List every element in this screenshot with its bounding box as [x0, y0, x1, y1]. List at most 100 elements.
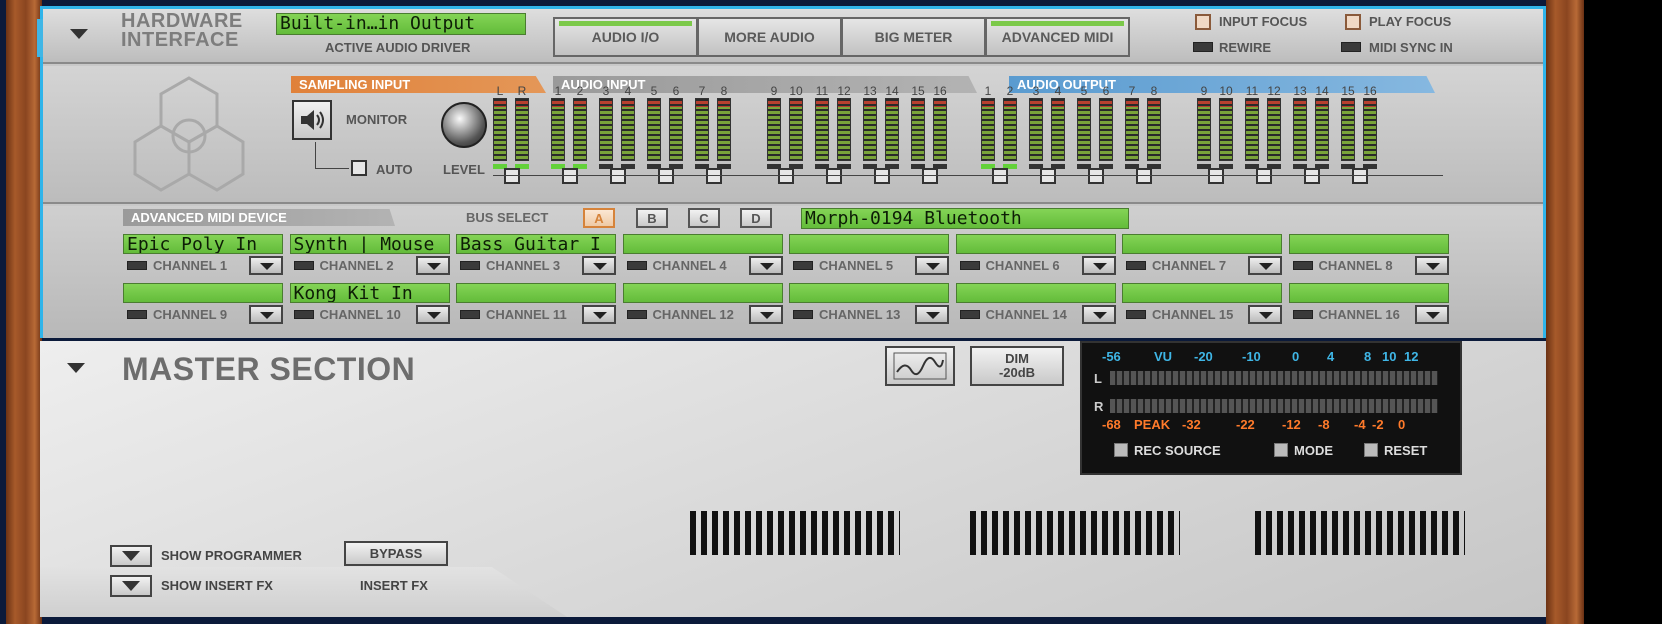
- midi-channel-dropdown-icon[interactable]: [415, 305, 450, 324]
- peak-scale-tick: -2: [1372, 417, 1384, 432]
- audio-input-pair-button[interactable]: [826, 168, 842, 184]
- show-programmer-button[interactable]: [110, 545, 152, 567]
- midi-channel-device-display[interactable]: [622, 234, 783, 254]
- midi-channel-device-display[interactable]: [955, 283, 1116, 303]
- audio-output-pair-button[interactable]: [1088, 168, 1104, 184]
- audio-output-pair-button[interactable]: [1352, 168, 1368, 184]
- rec-source-checkbox[interactable]: [1114, 443, 1128, 457]
- tab-advanced-midi[interactable]: ADVANCED MIDI: [985, 17, 1130, 57]
- midi-channel-dropdown-icon[interactable]: [1248, 256, 1282, 275]
- fold-toggle-icon[interactable]: [67, 363, 85, 373]
- midi-channel-label: CHANNEL 11: [486, 307, 567, 322]
- audio-input-pair-button[interactable]: [706, 168, 722, 184]
- monitor-connector: [315, 142, 316, 168]
- meter-peak-segment: [1030, 99, 1042, 107]
- midi-channel-device-display[interactable]: Bass Guitar I: [456, 234, 616, 254]
- midi-channel-dropdown-icon[interactable]: [415, 256, 450, 275]
- midi-channel-dropdown-icon[interactable]: [1414, 256, 1449, 275]
- peak-scale-tick: -22: [1236, 417, 1255, 432]
- audio-input-pair-button[interactable]: [658, 168, 674, 184]
- audio-output-pair-button[interactable]: [992, 168, 1008, 184]
- input-focus-checkbox[interactable]: [1195, 14, 1211, 30]
- midi-channel-dropdown-icon[interactable]: [249, 305, 283, 324]
- audio-input-pair-button[interactable]: [610, 168, 626, 184]
- midi-channel-device-display[interactable]: [622, 283, 783, 303]
- tab-audio-io[interactable]: AUDIO I/O: [553, 17, 698, 57]
- bus-d-button[interactable]: D: [740, 208, 772, 228]
- audio-output-meter-1: [981, 98, 995, 161]
- midi-channel-dropdown-icon[interactable]: [1081, 256, 1116, 275]
- peak-scale-tick: -4: [1354, 417, 1366, 432]
- midi-channel-device-display[interactable]: [1122, 283, 1282, 303]
- midi-channel-dropdown-icon[interactable]: [1081, 305, 1116, 324]
- device-title: HARDWARE INTERFACE: [121, 11, 243, 50]
- peak-scale-tick: 0: [1398, 417, 1406, 432]
- audio-output-pair-button[interactable]: [1256, 168, 1272, 184]
- audio-output-meter-13: [1293, 98, 1307, 161]
- midi-channel-row: CHANNEL 9: [123, 305, 285, 325]
- midi-channel-device-display[interactable]: [955, 234, 1116, 254]
- audio-output-channel-number: 1: [984, 84, 992, 98]
- fold-toggle-icon[interactable]: [70, 29, 88, 39]
- tab-more-audio[interactable]: MORE AUDIO: [697, 17, 842, 57]
- midi-channel-dropdown-icon[interactable]: [748, 256, 783, 275]
- channel-r-label: R: [1094, 399, 1104, 414]
- audio-input-pair-button[interactable]: [562, 168, 578, 184]
- audio-input-pair-button[interactable]: [778, 168, 794, 184]
- audio-output-pair-button[interactable]: [1136, 168, 1152, 184]
- audio-driver-display[interactable]: Built-in…in Output: [276, 13, 526, 35]
- expand-icon: [122, 551, 140, 561]
- reset-checkbox[interactable]: [1364, 443, 1378, 457]
- compressor-graph-button[interactable]: [885, 346, 955, 386]
- tab-label: ADVANCED MIDI: [1001, 29, 1114, 45]
- midi-channel-dropdown-icon[interactable]: [582, 256, 616, 275]
- midi-channel-dropdown-icon[interactable]: [915, 305, 949, 324]
- midi-channel-dropdown-icon[interactable]: [1248, 305, 1282, 324]
- midi-channel-device-display[interactable]: Kong Kit In: [289, 283, 450, 303]
- midi-channel-dropdown-icon[interactable]: [915, 256, 949, 275]
- master-section-device[interactable]: MASTER SECTION DIM -20dB -56 VU -20 -10 0 4 8 1…: [40, 341, 1546, 617]
- midi-channel-led: [1126, 310, 1146, 319]
- level-knob[interactable]: [441, 102, 487, 148]
- audio-input-pair-button[interactable]: [922, 168, 938, 184]
- mode-checkbox[interactable]: [1274, 443, 1288, 457]
- monitor-button[interactable]: [292, 100, 332, 140]
- midi-channel-device-display[interactable]: [1288, 234, 1449, 254]
- midi-channel-device-display[interactable]: Epic Poly In: [123, 234, 283, 254]
- meter-peak-segment: [934, 99, 946, 107]
- tab-big-meter[interactable]: BIG METER: [841, 17, 986, 57]
- bus-c-button[interactable]: C: [688, 208, 720, 228]
- audio-input-pair-button[interactable]: [874, 168, 890, 184]
- auto-checkbox[interactable]: [351, 160, 367, 176]
- midi-channel-device-display[interactable]: [123, 283, 283, 303]
- midi-channel-dropdown-icon[interactable]: [582, 305, 616, 324]
- bus-a-button[interactable]: A: [583, 208, 615, 228]
- midi-channel-dropdown-icon[interactable]: [1414, 305, 1449, 324]
- dim-button[interactable]: DIM -20dB: [970, 346, 1064, 386]
- midi-channel-device-display[interactable]: [789, 234, 949, 254]
- audio-output-pair-button[interactable]: [1208, 168, 1224, 184]
- midi-channel-row: CHANNEL 15: [1122, 305, 1284, 325]
- midi-channel-dropdown-icon[interactable]: [249, 256, 283, 275]
- bus-device-display[interactable]: Morph-0194 Bluetooth: [801, 208, 1129, 229]
- insert-fx-label: INSERT FX: [360, 578, 428, 593]
- midi-channel-led: [626, 261, 647, 270]
- midi-channel-device-display[interactable]: [1122, 234, 1282, 254]
- audio-input-meter-5: [647, 98, 661, 161]
- midi-channel-dropdown-icon[interactable]: [748, 305, 783, 324]
- midi-channel-device-display[interactable]: [1288, 283, 1449, 303]
- midi-channel-label: CHANNEL 12: [652, 307, 734, 322]
- meter-peak-segment: [1078, 99, 1090, 107]
- midi-channel-device-display[interactable]: [789, 283, 949, 303]
- bypass-button[interactable]: BYPASS: [344, 541, 448, 566]
- audio-output-pair-button[interactable]: [1040, 168, 1056, 184]
- sampling-meter-button[interactable]: [504, 168, 520, 184]
- audio-output-pair-button[interactable]: [1304, 168, 1320, 184]
- hardware-interface-device[interactable]: HARDWARE INTERFACE Built-in…in Output A C…: [37, 6, 1546, 338]
- bus-b-button[interactable]: B: [636, 208, 668, 228]
- play-focus-checkbox[interactable]: [1345, 14, 1361, 30]
- midi-channel-device-display[interactable]: Synth | Mouse: [289, 234, 450, 254]
- midi-channel-device-display[interactable]: [456, 283, 616, 303]
- show-insert-fx-button[interactable]: [110, 575, 152, 597]
- meter-peak-segment: [1342, 99, 1354, 107]
